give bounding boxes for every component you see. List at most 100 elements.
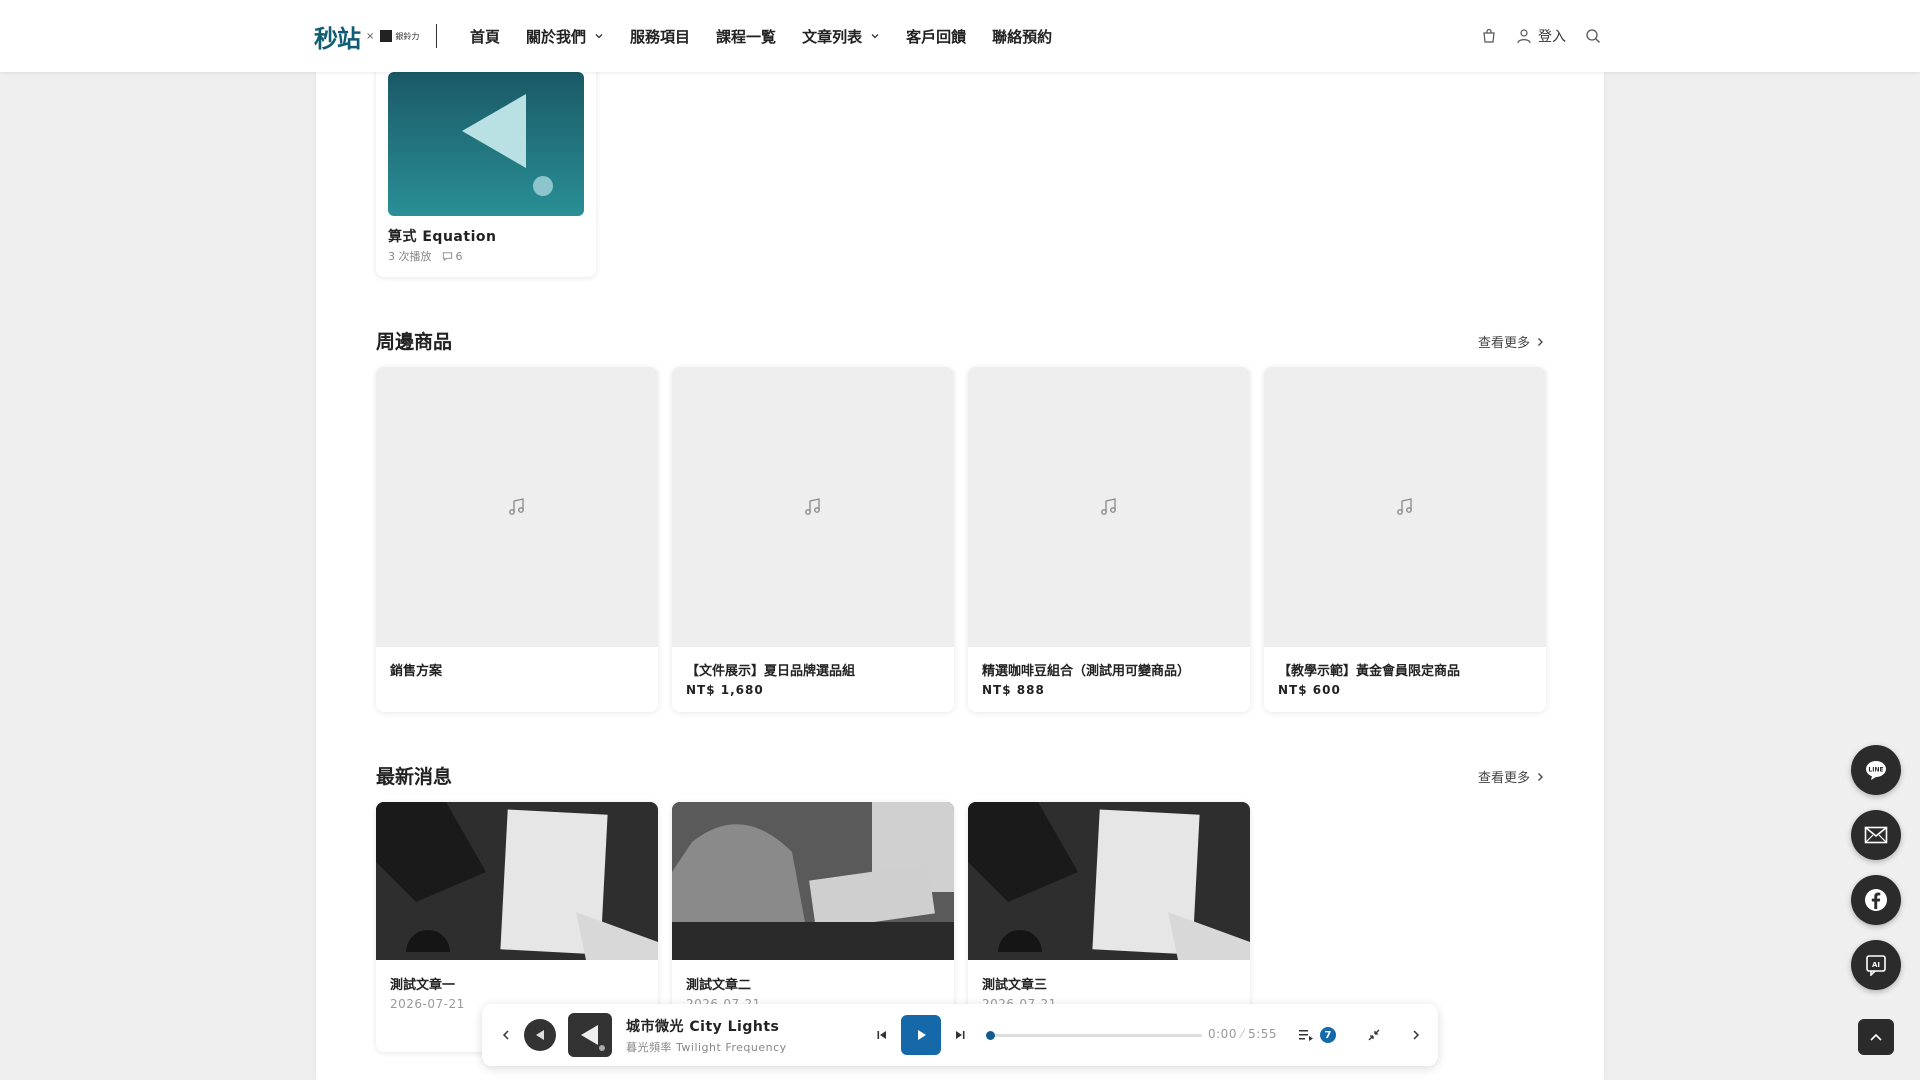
back-to-top-button[interactable]: [1858, 1019, 1894, 1055]
nav-label: 服務項目: [630, 27, 691, 46]
main-content: 算式 Equation 3 次播放 6 周邊商品 查看更多 銷售方案 【文件展示…: [316, 62, 1604, 1080]
mail-icon: [1864, 826, 1888, 844]
next-track-button[interactable]: [950, 1025, 970, 1045]
chevron-down-icon: [595, 34, 603, 39]
minimize-player-button[interactable]: [1364, 1025, 1384, 1045]
play-icon: [918, 1030, 926, 1040]
progress-bar[interactable]: [986, 1031, 1202, 1040]
svg-text:AI: AI: [1872, 961, 1880, 969]
music-note-icon: [1397, 498, 1412, 515]
track-title: 城市微光 City Lights: [626, 1019, 780, 1035]
nav-item-about[interactable]: 關於我們: [526, 26, 604, 47]
time-readout: 0:00 ⁄ 5:55: [1208, 1027, 1278, 1041]
logo-divider: [436, 24, 437, 48]
news-image: [968, 802, 1250, 960]
email-button[interactable]: [1851, 810, 1901, 860]
nav-label: 聯絡預約: [992, 27, 1053, 46]
news-title: 測試文章二: [686, 978, 752, 993]
header-actions: 登入: [1480, 0, 1602, 72]
svg-text:LINE: LINE: [1868, 767, 1883, 774]
product-card[interactable]: 【文件展示】夏日品牌選品組 NT$ 1,680: [672, 367, 954, 712]
product-card[interactable]: 精選咖啡豆組合（測試用可變商品） NT$ 888: [968, 367, 1250, 712]
album-disc-button[interactable]: [524, 1019, 556, 1051]
product-name: 精選咖啡豆組合（測試用可變商品）: [982, 664, 1191, 679]
play-button[interactable]: [901, 1015, 941, 1055]
login-button[interactable]: 登入: [1516, 26, 1566, 46]
see-more-label: 查看更多: [1477, 336, 1530, 351]
thumbnail-triangle-graphic: [581, 1025, 598, 1045]
thumbnail-dot-graphic: [599, 1045, 605, 1051]
products-see-more-link[interactable]: 查看更多: [1478, 332, 1544, 351]
chevron-left-icon: [502, 1030, 509, 1040]
nav-label: 關於我們: [526, 27, 587, 46]
ai-chat-icon: AI: [1866, 955, 1886, 976]
music-note-icon: [509, 498, 524, 515]
facebook-button[interactable]: [1851, 875, 1901, 925]
product-name: 銷售方案: [390, 664, 443, 679]
chevron-right-icon: [1538, 772, 1543, 781]
cover-dot-graphic: [533, 176, 553, 196]
site-header: 秒站 × 銀鈴力 首頁 關於我們 服務項目 課程一覧 文章列表 客戶回饋 聯絡預…: [0, 0, 1920, 72]
nav-item-services[interactable]: 服務項目: [630, 26, 690, 47]
line-chat-button[interactable]: LINE: [1851, 745, 1901, 795]
news-image: [672, 802, 954, 960]
user-icon: [1517, 29, 1531, 44]
partner-logo-icon: [380, 30, 393, 42]
writing-woman-photo: [672, 802, 954, 960]
nav-item-courses[interactable]: 課程一覧: [716, 26, 776, 47]
chevron-up-icon: [1870, 1033, 1882, 1041]
partner-logo-text: 銀鈴力: [395, 31, 420, 41]
triangle-left-icon: [536, 1030, 544, 1040]
news-title: 測試文章一: [390, 978, 456, 993]
album-card[interactable]: 算式 Equation 3 次播放 6: [376, 62, 596, 277]
logo-x: ×: [366, 30, 375, 42]
ai-assistant-button[interactable]: AI: [1851, 940, 1901, 990]
desk-notebook-photo: [968, 802, 1250, 960]
product-name: 【教學示範】黃金會員限定商品: [1278, 664, 1461, 679]
news-image: [376, 802, 658, 960]
product-card[interactable]: 銷售方案: [376, 367, 658, 712]
nav-item-feedback[interactable]: 客戶回饋: [906, 26, 966, 47]
chevron-right-icon: [1413, 1030, 1420, 1040]
shopping-bag-icon[interactable]: [1480, 27, 1498, 45]
play-count: 3 次播放: [388, 250, 432, 263]
comment-count: 6: [455, 249, 463, 263]
previous-track-button[interactable]: [872, 1025, 892, 1045]
search-icon[interactable]: [1584, 27, 1602, 45]
nav-item-articles[interactable]: 文章列表: [802, 26, 880, 47]
progress-knob[interactable]: [986, 1031, 995, 1040]
product-image-placeholder: [376, 367, 658, 647]
queue-count-badge: 7: [1320, 1027, 1336, 1043]
line-icon: LINE: [1866, 761, 1886, 780]
playlist-icon: [1299, 1030, 1313, 1041]
nav-label: 首頁: [470, 27, 501, 46]
album-meta: 3 次播放 6: [388, 248, 463, 264]
track-thumbnail[interactable]: [568, 1013, 612, 1057]
product-price: NT$ 888: [982, 683, 1045, 697]
collapse-left-button[interactable]: [496, 1025, 516, 1045]
logo-main-text: 秒站: [314, 24, 361, 53]
chevron-right-icon: [1538, 337, 1543, 346]
main-nav: 首頁 關於我們 服務項目 課程一覧 文章列表 客戶回饋 聯絡預約: [470, 0, 1052, 72]
duration: 5:55: [1248, 1027, 1278, 1041]
facebook-icon: [1865, 889, 1887, 911]
play-triangle-graphic: [462, 94, 526, 168]
news-section-title: 最新消息: [376, 766, 453, 788]
news-date: 2026-07-21: [390, 997, 465, 1011]
expand-right-button[interactable]: [1406, 1025, 1426, 1045]
news-see-more-link[interactable]: 查看更多: [1478, 767, 1544, 786]
news-title: 測試文章三: [982, 978, 1048, 993]
track-artist: 暮光頻率 Twilight Frequency: [626, 1041, 787, 1054]
music-note-icon: [1101, 498, 1116, 515]
nav-item-contact[interactable]: 聯絡預約: [992, 26, 1052, 47]
album-title: 算式 Equation: [388, 229, 497, 245]
nav-label: 文章列表: [802, 27, 863, 46]
comment-icon: [442, 251, 452, 261]
product-card[interactable]: 【教學示範】黃金會員限定商品 NT$ 600: [1264, 367, 1546, 712]
comment-count-wrap: 6: [442, 250, 463, 263]
music-player: 城市微光 City Lights 暮光頻率 Twilight Frequency…: [482, 1004, 1438, 1066]
skip-previous-icon: [877, 1031, 886, 1039]
nav-item-home[interactable]: 首頁: [470, 26, 500, 47]
site-logo[interactable]: 秒站 × 銀鈴力: [314, 20, 420, 53]
playlist-button[interactable]: [1296, 1025, 1316, 1045]
